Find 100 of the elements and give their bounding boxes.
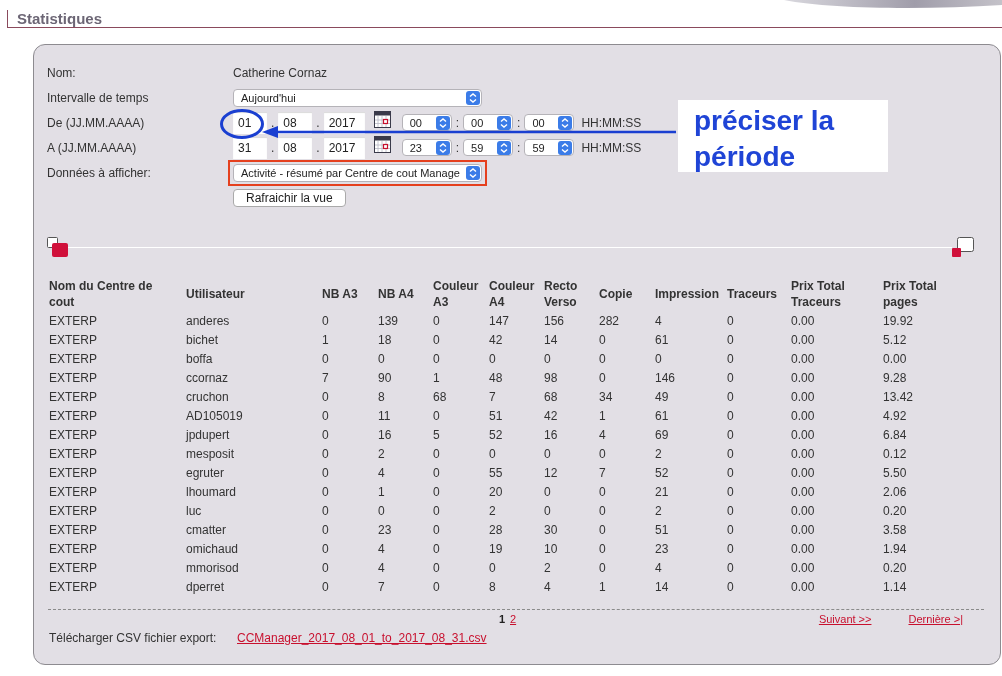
table-cell-text: 0 bbox=[726, 464, 735, 482]
table-cell-text: 7 bbox=[377, 578, 386, 596]
table-cell-text: 0.20 bbox=[882, 559, 908, 577]
table-cell-text: 4 bbox=[598, 426, 607, 444]
calendar-icon[interactable] bbox=[373, 136, 391, 153]
table-cell-text: 1 bbox=[598, 578, 607, 596]
table-cell-text: 9.28 bbox=[882, 369, 908, 387]
time-select[interactable]: 59 bbox=[463, 139, 514, 156]
csv-download-link[interactable]: CCManager_2017_08_01_to_2017_08_31.csv bbox=[237, 631, 487, 645]
table-cell-text: 48 bbox=[488, 369, 504, 387]
stepper-icon bbox=[466, 90, 480, 105]
stepper-icon bbox=[435, 115, 450, 130]
next-page-link[interactable]: Suivant >> bbox=[818, 613, 872, 625]
table-cell-text: 0 bbox=[598, 350, 607, 368]
table-cell-text: cruchon bbox=[185, 388, 230, 406]
table-cell-text: 4 bbox=[377, 559, 386, 577]
stepper-icon bbox=[497, 115, 512, 130]
table-cell-text: 2 bbox=[488, 502, 497, 520]
table-cell-text: 13.42 bbox=[882, 388, 915, 406]
data-select[interactable]: Activité - résumé par Centre de cout Manage bbox=[233, 163, 482, 182]
table-cell-text: 4.92 bbox=[882, 407, 908, 425]
table-cell-text: 0 bbox=[321, 312, 330, 330]
table-cell-text: 7 bbox=[488, 388, 497, 406]
table-cell-text: EXTERP bbox=[48, 312, 98, 330]
table-cell-text: mmorisod bbox=[185, 559, 240, 577]
table-cell-text: 7 bbox=[321, 369, 330, 387]
table-cell-text: EXTERP bbox=[48, 445, 98, 463]
table-cell-text: 147 bbox=[488, 312, 511, 330]
stepper-icon bbox=[558, 115, 573, 130]
table-cell-text: 16 bbox=[377, 426, 393, 444]
page-link[interactable]: 2 bbox=[510, 613, 517, 625]
table-cell-text: 18 bbox=[377, 331, 393, 349]
table-cell-text: 4 bbox=[654, 312, 663, 330]
date-field[interactable]: 31 bbox=[233, 136, 267, 159]
date-field[interactable]: 2017 bbox=[323, 111, 365, 134]
table-cell-text: 0.00 bbox=[790, 312, 816, 330]
table-cell-text: 8 bbox=[377, 388, 386, 406]
date-field[interactable]: 08 bbox=[278, 111, 313, 134]
table-cell-text: 0 bbox=[726, 483, 735, 501]
table-cell-text: 61 bbox=[654, 407, 670, 425]
table-cell-text: 0 bbox=[321, 578, 330, 596]
time-select[interactable]: 23 bbox=[401, 139, 452, 156]
table-cell-text: 7 bbox=[598, 464, 607, 482]
table-cell-text: 0 bbox=[321, 559, 330, 577]
column-header: Couleur A3 bbox=[432, 278, 480, 311]
date-field[interactable]: 2017 bbox=[323, 136, 365, 159]
time-format-hint: HH:MM:SS bbox=[581, 140, 642, 155]
table-cell-text: 2 bbox=[543, 559, 552, 577]
table-cell-text: 19.92 bbox=[882, 312, 915, 330]
table-cell-text: 69 bbox=[654, 426, 670, 444]
calendar-icon[interactable] bbox=[373, 111, 391, 128]
table-cell-text: 0 bbox=[598, 369, 607, 387]
table-cell-text: 4 bbox=[543, 578, 552, 596]
table-cell-text: 30 bbox=[543, 521, 559, 539]
table-cell-text: 2.06 bbox=[882, 483, 908, 501]
field-label: Intervalle de temps bbox=[47, 90, 150, 105]
table-cell-text: 0 bbox=[432, 350, 441, 368]
table-cell-text: 0 bbox=[321, 350, 330, 368]
table-cell-text: 51 bbox=[654, 521, 670, 539]
table-cell-text: 2 bbox=[654, 445, 663, 463]
callout-text: préciser la période bbox=[678, 100, 888, 172]
table-cell-text: 11 bbox=[377, 407, 392, 425]
table-cell-text: jpdupert bbox=[184, 426, 231, 444]
time-select[interactable]: 00 bbox=[401, 114, 452, 131]
table-cell-text: 1.14 bbox=[882, 578, 908, 596]
table-cell-text: 0 bbox=[321, 388, 330, 406]
table-cell-text: 0 bbox=[726, 350, 735, 368]
field-label: A (JJ.MM.AAAA) bbox=[47, 140, 138, 155]
table-cell-text: 14 bbox=[543, 331, 559, 349]
table-cell-text: 68 bbox=[543, 388, 559, 406]
table-cell-text: 0 bbox=[598, 445, 607, 463]
column-header: Copie bbox=[598, 286, 634, 303]
table-cell-text: 4 bbox=[654, 559, 663, 577]
table-cell-text: EXTERP bbox=[48, 331, 98, 349]
date-field[interactable]: 08 bbox=[278, 136, 313, 159]
table-cell-text: 2 bbox=[654, 502, 663, 520]
interval-select[interactable]: Aujourd'hui bbox=[233, 88, 482, 107]
time-select[interactable]: 00 bbox=[463, 114, 514, 131]
table-cell-text: 0.00 bbox=[790, 483, 816, 501]
table-cell-text: 0 bbox=[726, 426, 735, 444]
column-header: Recto Verso bbox=[543, 278, 579, 311]
separator-text: : bbox=[455, 140, 460, 155]
table-cell-text: 0 bbox=[726, 312, 735, 330]
table-cell-text: 0 bbox=[432, 331, 441, 349]
table-cell-text: EXTERP bbox=[48, 502, 98, 520]
table-cell-text: 0 bbox=[377, 502, 386, 520]
table-cell-text: 0 bbox=[432, 502, 441, 520]
table-cell-text: 0 bbox=[654, 350, 663, 368]
table-cell-text: ccornaz bbox=[185, 369, 230, 387]
column-header: Utilisateur bbox=[185, 286, 246, 303]
time-select[interactable]: 00 bbox=[524, 114, 575, 131]
table-cell-text: 0.12 bbox=[882, 445, 908, 463]
last-page-link[interactable]: Dernière >| bbox=[908, 613, 963, 625]
time-select[interactable]: 59 bbox=[524, 139, 575, 156]
table-cell-text: 0.00 bbox=[790, 578, 816, 596]
current-page-number: 1 bbox=[498, 613, 505, 625]
refresh-button[interactable]: Rafraichir la vue bbox=[233, 188, 346, 207]
table-cell-text: 0.00 bbox=[790, 521, 816, 539]
table-cell-text: 68 bbox=[432, 388, 448, 406]
highlight-circle bbox=[220, 109, 264, 139]
